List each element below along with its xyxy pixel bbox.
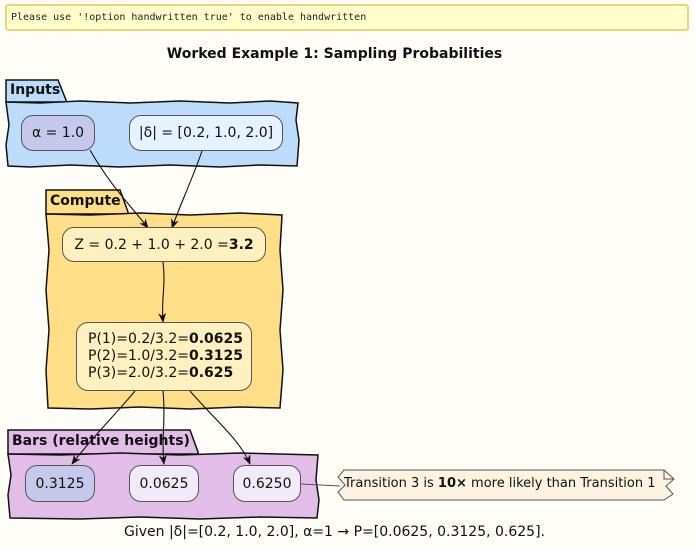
bar-1-node: 0.3125 (25, 465, 95, 502)
probability-3: P(3)=2.0/3.2=0.625 (88, 365, 234, 381)
comparison-note-text: Transition 3 is 10× more likely than Tra… (344, 476, 656, 491)
probability-2: P(2)=1.0/3.2=0.3125 (88, 348, 244, 364)
diagram-caption: Given |δ|=[0.2, 1.0, 2.0], α=1 → P=[0.06… (123, 524, 545, 540)
normalizer-expression: Z = 0.2 + 1.0 + 2.0 = (74, 236, 229, 253)
diagram-canvas (5, 79, 675, 520)
normalizer-value: 3.2 (228, 236, 254, 253)
alpha-node: α = 1.0 (21, 115, 95, 151)
package-compute-label: Compute (50, 193, 121, 209)
delta-node: |δ| = [0.2, 1.0, 2.0] (129, 115, 283, 151)
normalizer-node: Z = 0.2 + 1.0 + 2.0 = 3.2 (62, 227, 266, 262)
probabilities-node: P(1)=0.2/3.2=0.0625 P(2)=1.0/3.2=0.3125 … (76, 322, 252, 391)
probability-1: P(1)=0.2/3.2=0.0625 (88, 331, 244, 347)
bar-3-node: 0.6250 (233, 465, 301, 502)
bar-2-node: 0.0625 (129, 465, 199, 502)
package-bars-label: Bars (relative heights) (12, 433, 190, 449)
package-inputs-label: Inputs (10, 82, 61, 98)
